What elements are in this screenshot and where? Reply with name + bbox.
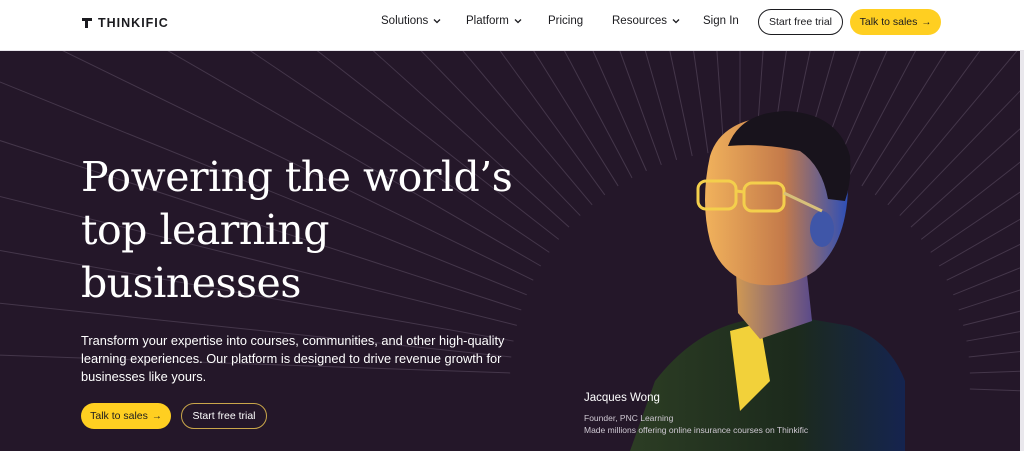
header-talk-to-sales-button[interactable]: Talk to sales → [850,9,941,35]
hero-subtext: Transform your expertise into courses, c… [81,333,505,384]
nav-label: Pricing [548,15,584,27]
hero-talk-to-sales-button[interactable]: Talk to sales → [81,403,171,429]
site-header: THINKIFIC Solutions Platform Pricing Res… [0,0,1024,51]
hero-headline: Powering the world’s top learning busine… [81,151,561,310]
hero-section: Powering the world’s top learning busine… [0,51,1024,451]
hero-start-free-trial-button[interactable]: Start free trial [181,403,267,429]
nav-item-solutions[interactable]: Solutions [381,12,442,30]
button-label: Talk to sales [90,410,148,422]
testimonial-quote: Made millions offering online insurance … [584,425,809,435]
headline-line: Powering the world’s [81,153,513,201]
logo-mark-icon [82,18,92,28]
page-scrollbar[interactable] [1020,51,1024,451]
button-label: Start free trial [192,410,256,422]
testimonial-title: Founder, PNC Learning [584,413,674,423]
nav-label: Solutions [381,15,429,27]
chevron-down-icon [433,19,441,24]
nav-item-platform[interactable]: Platform [466,12,523,30]
button-label: Talk to sales [859,16,918,28]
arrow-right-icon: → [151,410,162,422]
nav-label: Platform [466,15,509,27]
chevron-down-icon [514,19,522,24]
headline-line: top learning [81,206,330,254]
header-start-free-trial-button[interactable]: Start free trial [758,9,843,35]
logo-text: THINKIFIC [98,16,169,30]
nav-item-sign-in[interactable]: Sign In [703,12,739,30]
arrow-right-icon: → [921,16,932,28]
headline-line: businesses [81,259,301,307]
thinkific-logo[interactable]: THINKIFIC [82,15,169,31]
button-label: Start free trial [768,16,833,28]
nav-item-pricing[interactable]: Pricing [548,12,583,30]
nav-label: Resources [612,15,667,27]
nav-label: Sign In [703,15,739,27]
nav-item-resources[interactable]: Resources [612,12,681,30]
testimonial-name: Jacques Wong [584,392,660,404]
chevron-down-icon [672,19,680,24]
portrait-image [630,111,905,451]
